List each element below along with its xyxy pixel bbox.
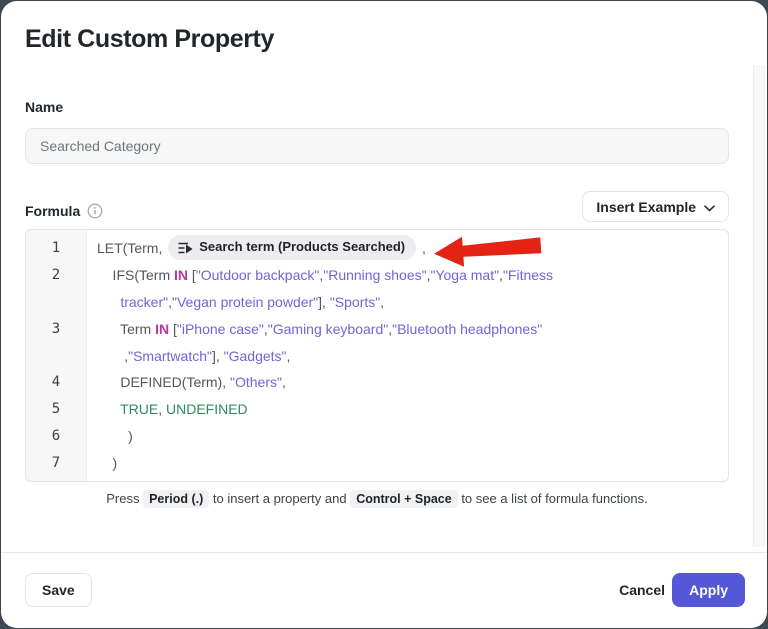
cancel-button[interactable]: Cancel (617, 573, 667, 607)
hint-text: Press Period (.) to insert a property an… (25, 491, 729, 506)
code-row: IFS(Term IN ["Outdoor backpack","Running… (97, 262, 728, 289)
line-number: 4 (26, 369, 86, 396)
info-icon[interactable] (87, 203, 103, 219)
code-row: ) (97, 423, 728, 450)
code-row: DEFINED(Term), "Others", (97, 369, 728, 396)
property-chip[interactable]: Search term (Products Searched) (168, 235, 416, 260)
name-label: Name (25, 99, 63, 115)
line-number (26, 289, 86, 316)
save-button[interactable]: Save (25, 573, 92, 607)
line-number: 1 (26, 235, 86, 262)
apply-button[interactable]: Apply (672, 573, 745, 607)
line-number: 3 (26, 316, 86, 343)
kbd-chip: Period (.) (143, 490, 209, 508)
code-lines: LET(Term, Search term (Products Searched… (87, 230, 728, 481)
code-row: Term IN ["iPhone case","Gaming keyboard"… (97, 316, 728, 343)
kbd-chip: Control + Space (350, 490, 458, 508)
code-row: TRUE, UNDEFINED (97, 396, 728, 423)
search-term-property-icon (177, 240, 193, 256)
dialog-title: Edit Custom Property (25, 25, 274, 54)
footer-divider (1, 552, 767, 553)
line-number-gutter: 12 3 4567 (26, 230, 87, 481)
code-row: ) (97, 450, 728, 477)
edit-custom-property-dialog: Edit Custom Property Name Formula Insert… (1, 1, 767, 628)
property-chip-label: Search term (Products Searched) (199, 234, 405, 261)
insert-example-button[interactable]: Insert Example (582, 191, 729, 222)
code-row: tracker","Vegan protein powder"], "Sport… (97, 289, 728, 316)
name-input[interactable] (25, 128, 729, 164)
line-number: 6 (26, 423, 86, 450)
line-number (26, 343, 86, 370)
formula-editor[interactable]: 12 3 4567 LET(Term, Search term (Products … (25, 229, 729, 482)
dialog-overlay: Edit Custom Property Name Formula Insert… (0, 0, 768, 629)
scrollbar[interactable] (753, 65, 765, 547)
code-row: LET(Term, Search term (Products Searched… (97, 235, 728, 262)
line-number: 5 (26, 396, 86, 423)
formula-label-row: Formula (25, 203, 103, 219)
insert-example-label: Insert Example (596, 199, 696, 215)
line-number: 7 (26, 450, 86, 477)
formula-label: Formula (25, 203, 80, 219)
code-row: ,"Smartwatch"], "Gadgets", (97, 343, 728, 370)
line-number: 2 (26, 262, 86, 289)
chevron-down-icon (704, 199, 715, 215)
